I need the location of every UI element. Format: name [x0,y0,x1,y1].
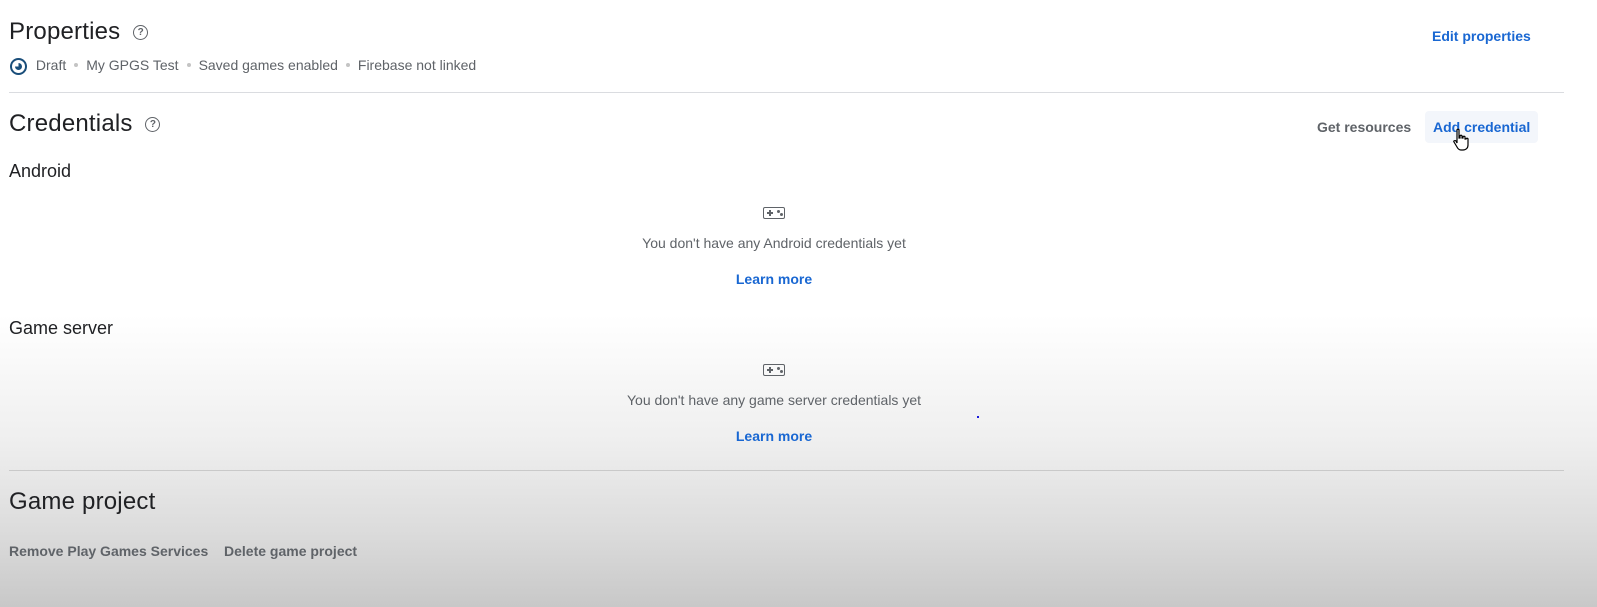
properties-title: Properties ? [9,18,149,46]
section-divider [9,92,1564,93]
get-resources-button[interactable]: Get resources [1317,119,1411,135]
section-divider [9,470,1564,471]
edit-properties-button[interactable]: Edit properties [1432,28,1531,44]
help-circle-icon[interactable]: ? [133,25,149,41]
game-server-heading: Game server [9,318,114,338]
meta-saved-games: Saved games enabled [198,57,338,73]
remove-play-games-services-button[interactable]: Remove Play Games Services [9,543,208,559]
meta-separator [74,63,79,68]
gamepad-icon [763,364,785,376]
game-server-learn-more-link[interactable]: Learn more [574,428,974,444]
delete-game-project-button[interactable]: Delete game project [224,543,357,559]
draft-status-icon [10,57,27,75]
help-circle-icon[interactable]: ? [145,117,161,133]
meta-separator [345,63,350,68]
gamepad-icon [763,207,785,219]
add-credential-button[interactable]: Add credential [1425,111,1539,143]
meta-firebase: Firebase not linked [357,57,477,73]
properties-title-text: Properties [9,18,121,45]
android-empty-text: You don't have any Android credentials y… [642,235,906,251]
android-learn-more-link[interactable]: Learn more [574,271,974,287]
android-heading: Android [9,161,72,181]
credentials-title-text: Credentials [9,110,133,137]
stray-pixel [977,416,979,418]
game-project-title: Game project [9,488,156,515]
credentials-title: Credentials ? [9,110,161,138]
properties-meta: Draft My GPGS Test Saved games enabled Fire… [10,57,476,75]
game-server-empty-text: You don't have any game server credentia… [627,392,921,408]
meta-status: Draft [35,57,67,73]
hand-cursor-icon [1453,128,1469,151]
meta-separator [186,63,191,68]
meta-project-name: My GPGS Test [86,57,179,73]
